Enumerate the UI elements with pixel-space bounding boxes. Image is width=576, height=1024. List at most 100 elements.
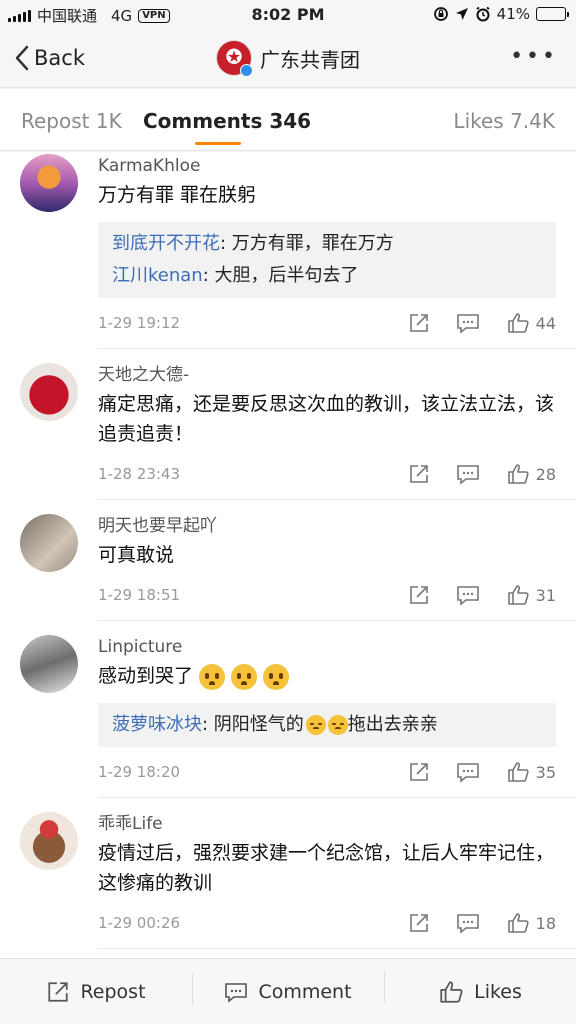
share-icon bbox=[409, 586, 428, 604]
share-icon bbox=[409, 763, 428, 781]
repost-button[interactable]: Repost bbox=[0, 980, 192, 1004]
comment-text: 疫情过后，强烈要求建一个纪念馆，让后人牢牢记住，这惨痛的教训 bbox=[98, 842, 555, 894]
reply-author[interactable]: 到底开不开花 bbox=[112, 233, 220, 254]
like-button[interactable]: 28 bbox=[506, 462, 556, 486]
status-bar: 中国联通 4G VPN 8:02 PM 41% bbox=[0, 0, 576, 30]
smirk-emoji-icon bbox=[305, 715, 326, 735]
reply-text: : 大胆，后半句去了 bbox=[202, 265, 359, 286]
comment-author[interactable]: Linpicture bbox=[98, 635, 556, 659]
comment-label: Comment bbox=[258, 980, 352, 1003]
comment-date: 1-29 18:20 bbox=[98, 763, 181, 781]
reply-item: 到底开不开花: 万方有罪，罪在万方 bbox=[112, 228, 542, 260]
comment-icon bbox=[456, 314, 479, 334]
tab-bar: Repost 1K Comments 346 Likes 7.4K bbox=[0, 89, 576, 151]
reply-button[interactable] bbox=[456, 761, 480, 783]
reply-text: : 万方有罪，罪在万方 bbox=[220, 233, 394, 254]
share-icon bbox=[409, 914, 428, 932]
share-button[interactable] bbox=[408, 761, 430, 783]
reply-author[interactable]: 江川kenan bbox=[112, 265, 203, 286]
comment-button[interactable]: Comment bbox=[192, 972, 384, 1005]
avatar[interactable] bbox=[20, 363, 78, 421]
comment-date: 1-28 23:43 bbox=[98, 465, 181, 483]
repost-label: Repost bbox=[80, 980, 146, 1003]
crying-emoji-icon bbox=[231, 663, 258, 690]
share-button[interactable] bbox=[408, 584, 430, 606]
reply-block[interactable]: 菠萝味冰块: 阴阳怪气的 拖出去亲亲 bbox=[98, 703, 556, 747]
comment-date: 1-29 19:12 bbox=[98, 314, 181, 332]
comment-item: 天地之大德- 痛定思痛，还是要反思这次血的教训，该立法立法，该追责追责！ 1-2… bbox=[0, 349, 576, 489]
reply-button[interactable] bbox=[456, 912, 480, 934]
comment-list[interactable]: KarmaKhloe 万方有罪 罪在朕躬 到底开不开花: 万方有罪，罪在万方 江… bbox=[0, 152, 576, 958]
verified-badge-icon bbox=[240, 64, 253, 77]
navigation-bar: Back ★ 广东共青团 ••• bbox=[0, 30, 576, 88]
avatar[interactable] bbox=[20, 812, 78, 870]
reply-item: 菠萝味冰块: 阴阳怪气的 拖出去亲亲 bbox=[112, 709, 542, 741]
comment-author[interactable]: KarmaKhloe bbox=[98, 154, 556, 178]
likes-label: Likes bbox=[474, 980, 522, 1003]
reply-button[interactable] bbox=[456, 463, 480, 485]
reply-button[interactable] bbox=[456, 584, 480, 606]
share-button[interactable] bbox=[408, 312, 430, 334]
comment-item: 明天也要早起吖 可真敢说 1-29 18:51 31 bbox=[0, 500, 576, 610]
comment-text: 感动到哭了 bbox=[98, 661, 556, 691]
tab-repost[interactable]: Repost 1K bbox=[21, 109, 122, 133]
tab-comments[interactable]: Comments 346 bbox=[143, 109, 311, 133]
page-title[interactable]: 广东共青团 bbox=[260, 44, 360, 73]
like-button[interactable]: 44 bbox=[506, 311, 556, 335]
comment-text-content: 感动到哭了 bbox=[98, 665, 194, 687]
thumbs-up-icon bbox=[507, 585, 529, 605]
comment-date: 1-29 00:26 bbox=[98, 914, 181, 932]
reply-button[interactable] bbox=[456, 312, 480, 334]
comment-icon bbox=[456, 465, 479, 485]
location-icon bbox=[455, 8, 468, 20]
comment-author[interactable]: 天地之大德- bbox=[98, 363, 556, 387]
avatar[interactable] bbox=[20, 514, 78, 572]
comment-item: Linpicture 感动到哭了 菠萝味冰块: 阴阳怪气的 拖出去亲亲 1-29 … bbox=[0, 621, 576, 787]
more-options-button[interactable]: ••• bbox=[510, 44, 558, 69]
reply-text-tail: 拖出去亲亲 bbox=[347, 714, 438, 735]
like-count: 28 bbox=[535, 464, 556, 484]
like-count: 44 bbox=[535, 313, 556, 333]
comment-icon bbox=[225, 982, 248, 1003]
like-count: 31 bbox=[535, 585, 556, 605]
like-count: 18 bbox=[535, 913, 556, 933]
comment-text: 痛定思痛，还是要反思这次血的教训，该立法立法，该追责追责！ bbox=[98, 393, 555, 445]
crying-emoji-icon bbox=[263, 663, 290, 690]
thumbs-up-icon bbox=[507, 464, 529, 484]
thumbs-up-icon bbox=[507, 913, 529, 933]
like-button[interactable]: 31 bbox=[506, 583, 556, 607]
battery-percent: 41% bbox=[496, 5, 530, 23]
thumbs-up-icon bbox=[507, 313, 529, 333]
alarm-icon bbox=[476, 6, 490, 22]
bottom-action-bar: Repost Comment Likes bbox=[0, 958, 576, 1024]
comment-icon bbox=[456, 586, 479, 606]
like-button[interactable]: 18 bbox=[506, 911, 556, 935]
like-button[interactable]: 35 bbox=[506, 760, 556, 784]
active-tab-indicator bbox=[195, 142, 241, 145]
battery-icon bbox=[536, 7, 569, 21]
reply-author[interactable]: 菠萝味冰块 bbox=[112, 714, 202, 735]
thumbs-up-icon bbox=[440, 980, 463, 1003]
comment-item: 乖乖Life 疫情过后，强烈要求建一个纪念馆，让后人牢牢记住，这惨痛的教训 1-… bbox=[0, 798, 576, 938]
avatar[interactable] bbox=[20, 154, 78, 212]
thumbs-up-icon bbox=[507, 762, 529, 782]
comment-icon bbox=[456, 763, 479, 783]
account-avatar[interactable]: ★ bbox=[216, 40, 253, 77]
share-icon bbox=[409, 314, 428, 332]
share-icon bbox=[48, 981, 69, 1002]
rotation-lock-icon bbox=[433, 7, 448, 21]
reply-block[interactable]: 到底开不开花: 万方有罪，罪在万方 江川kenan: 大胆，后半句去了 bbox=[98, 222, 556, 298]
crying-emoji-icon bbox=[199, 663, 226, 690]
comment-icon bbox=[456, 914, 479, 934]
comment-date: 1-29 18:51 bbox=[98, 586, 181, 604]
like-button[interactable]: Likes bbox=[384, 970, 576, 1005]
reply-item: 江川kenan: 大胆，后半句去了 bbox=[112, 260, 542, 292]
tab-likes[interactable]: Likes 7.4K bbox=[453, 109, 555, 133]
comment-author[interactable]: 明天也要早起吖 bbox=[98, 514, 556, 538]
share-button[interactable] bbox=[408, 912, 430, 934]
comment-item: KarmaKhloe 万方有罪 罪在朕躬 到底开不开花: 万方有罪，罪在万方 江… bbox=[0, 152, 576, 338]
avatar[interactable] bbox=[20, 635, 78, 693]
comment-author[interactable]: 乖乖Life bbox=[98, 812, 556, 836]
reply-text: : 阴阳怪气的 bbox=[202, 714, 304, 735]
share-button[interactable] bbox=[408, 463, 430, 485]
